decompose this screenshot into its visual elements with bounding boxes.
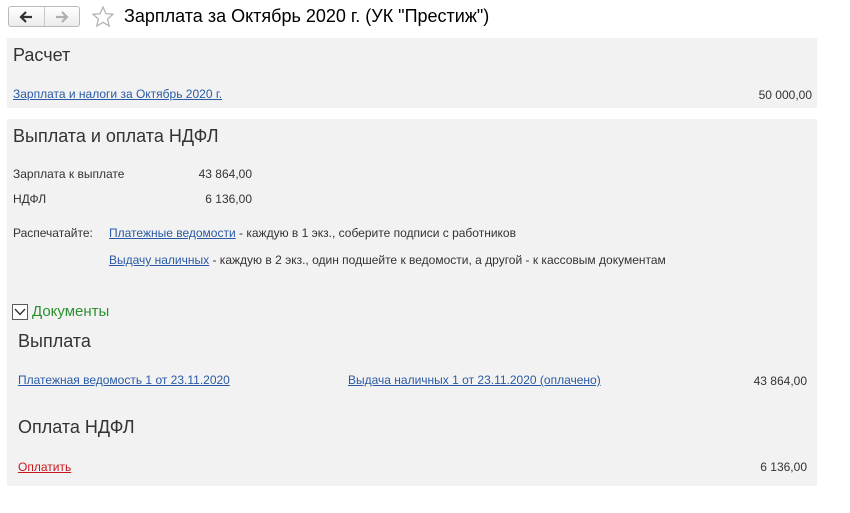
print-row-2: Выдачу наличных - каждую в 2 экз., один … bbox=[109, 253, 666, 267]
payment-heading: Выплата и оплата НДФЛ bbox=[13, 126, 219, 146]
payout-amount: 43 864,00 bbox=[753, 374, 807, 388]
payout-heading: Выплата bbox=[18, 331, 91, 351]
forward-button[interactable] bbox=[43, 7, 80, 26]
page-title: Зарплата за Октябрь 2020 г. (УК "Престиж… bbox=[124, 6, 490, 26]
window-header: Зарплата за Октябрь 2020 г. (УК "Престиж… bbox=[0, 0, 850, 34]
print-note-2: - каждую в 2 экз., один подшейте к ведом… bbox=[209, 253, 666, 267]
pay-ndfl-link[interactable]: Оплатить bbox=[18, 460, 71, 474]
documents-group-toggle[interactable]: Документы bbox=[12, 303, 109, 320]
ndfl-value: 6 136,00 bbox=[205, 192, 252, 206]
documents-group-label: Документы bbox=[32, 303, 110, 320]
chevron-down-icon bbox=[12, 303, 28, 320]
ndfl-payment-heading: Оплата НДФЛ bbox=[18, 417, 135, 437]
calc-document-link[interactable]: Зарплата и налоги за Октябрь 2020 г. bbox=[13, 87, 222, 101]
arrow-right-icon bbox=[55, 10, 69, 23]
salary-label: Зарплата к выплате bbox=[13, 167, 125, 181]
cash-issue-doc-link[interactable]: Выдача наличных 1 от 23.11.2020 (оплачен… bbox=[348, 373, 601, 387]
cash-issue-link[interactable]: Выдачу наличных bbox=[109, 253, 209, 267]
print-note-1: - каждую в 1 экз., соберите подписи с ра… bbox=[235, 226, 516, 240]
calc-amount: 50 000,00 bbox=[758, 88, 812, 102]
star-icon[interactable] bbox=[91, 5, 115, 29]
payroll-sheets-link[interactable]: Платежные ведомости bbox=[109, 226, 236, 240]
print-row-1: Платежные ведомости - каждую в 1 экз., с… bbox=[109, 226, 516, 240]
navigation-buttons bbox=[8, 6, 80, 27]
ndfl-label: НДФЛ bbox=[13, 192, 47, 206]
arrow-left-icon bbox=[19, 10, 33, 23]
back-button[interactable] bbox=[9, 7, 44, 26]
calc-heading: Расчет bbox=[13, 45, 71, 65]
print-label: Распечатайте: bbox=[13, 226, 93, 240]
payroll-sheet-doc-link[interactable]: Платежная ведомость 1 от 23.11.2020 bbox=[18, 373, 230, 387]
salary-value: 43 864,00 bbox=[198, 167, 252, 181]
ndfl-payment-amount: 6 136,00 bbox=[760, 460, 807, 474]
